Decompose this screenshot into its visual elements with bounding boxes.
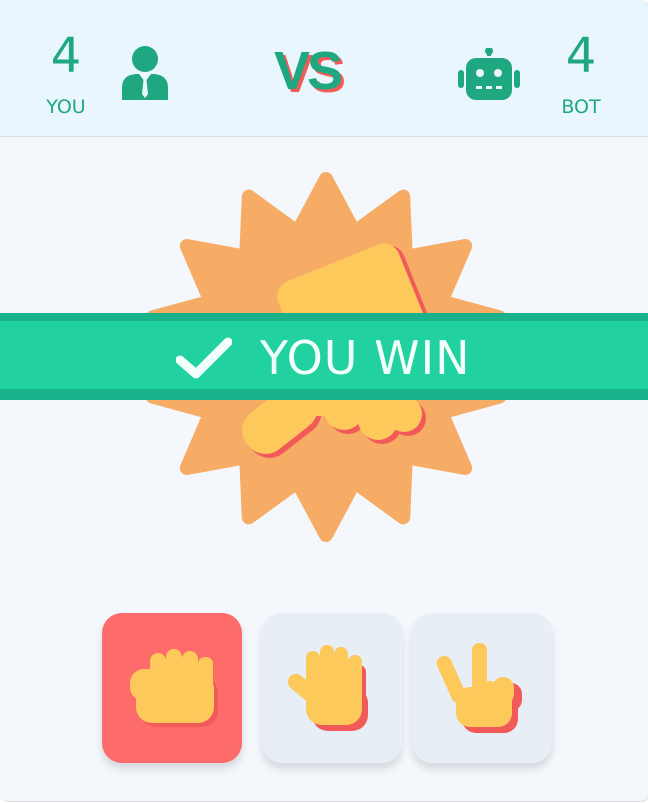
paper-hand-icon [287, 645, 368, 731]
checkmark-icon [176, 337, 232, 379]
scissors-hand-icon [436, 643, 522, 733]
rock-fist-icon [130, 649, 218, 727]
game-window: 4 YOU VS VS 4 BOT YOU WIN [0, 0, 648, 802]
result-starburst [145, 172, 507, 542]
scissors-button[interactable] [412, 613, 552, 763]
rock-button[interactable] [102, 613, 242, 763]
result-text: YOU WIN [260, 331, 471, 385]
paper-button[interactable] [262, 613, 402, 763]
